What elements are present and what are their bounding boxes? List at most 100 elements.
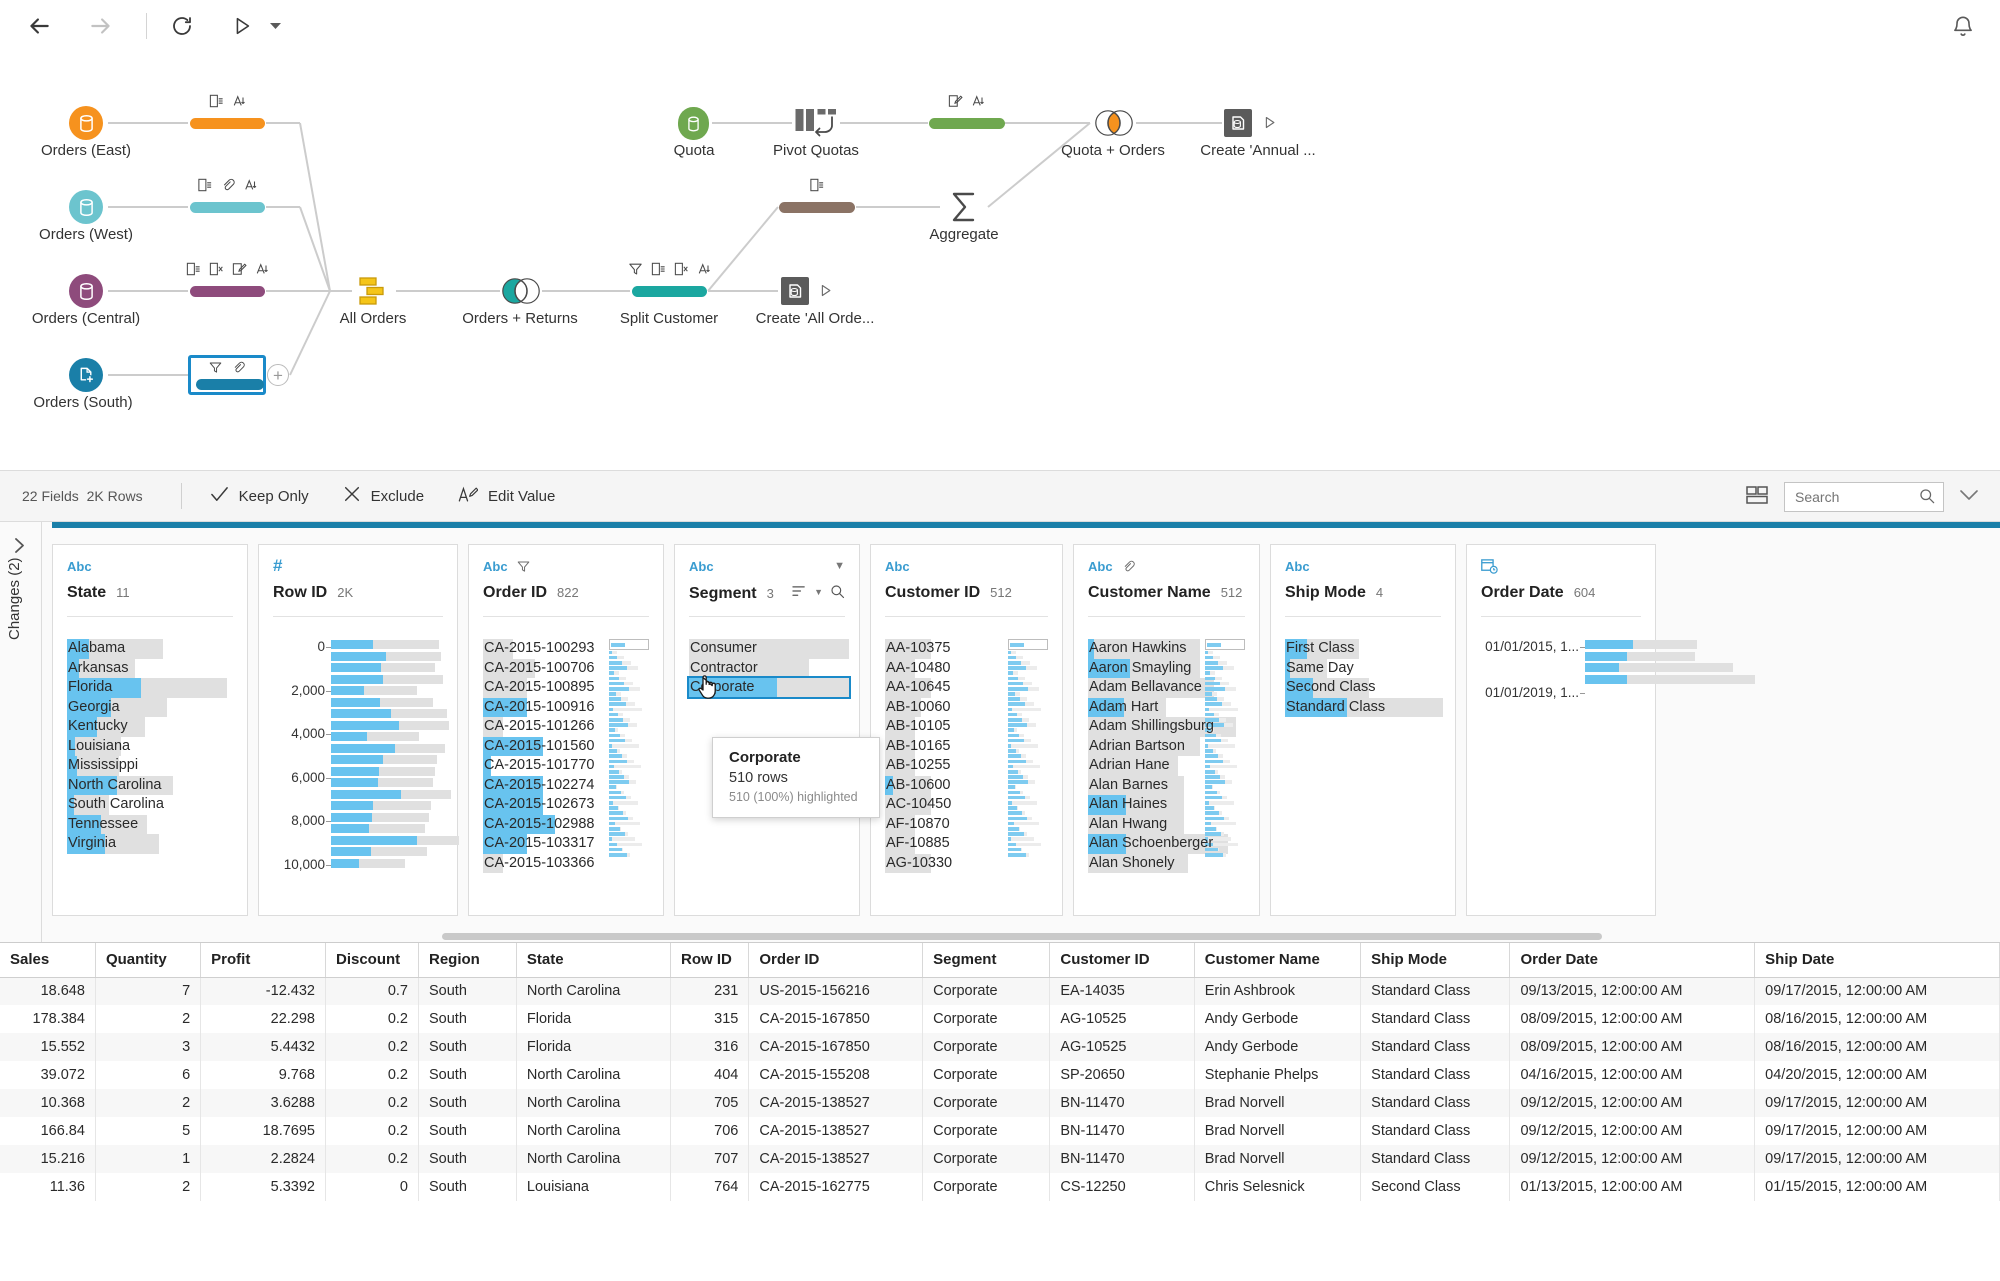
flow-node-clean-quota[interactable] [929,95,1005,129]
flow-node-orders-returns[interactable] [498,277,544,310]
distribution-strip-handle[interactable] [1008,639,1048,650]
table-row[interactable]: 39.072 6 9.768 0.2 South North Carolina 404 CA-… [0,1061,2000,1089]
profile-card-customer-name[interactable]: Abc Customer Name 512 Aaron Hawkins Aaron Sm… [1073,544,1260,916]
flow-node-quota-orders[interactable] [1091,109,1137,142]
column-header-segment[interactable]: Segment [922,943,1051,978]
column-header-ship-mode[interactable]: Ship Mode [1360,943,1511,978]
histogram-bar[interactable] [331,651,443,663]
changes-rail[interactable]: Changes (2) [0,522,42,942]
value-row[interactable]: Alabama [67,639,233,659]
histogram-bar[interactable] [331,662,443,674]
column-header-customer-id[interactable]: Customer ID [1049,943,1195,978]
column-header-discount[interactable]: Discount [325,943,419,978]
histogram-bar[interactable] [331,777,443,789]
histogram-bar[interactable] [331,685,443,697]
flow-pane[interactable]: Orders (East) Orders (West) Orders (Cent… [0,52,2000,470]
table-row[interactable]: 10.368 2 3.6288 0.2 South North Carolina 705 CA… [0,1089,2000,1117]
run-output-annual-button[interactable] [1262,115,1277,135]
histogram-bar[interactable] [331,835,459,847]
value-row[interactable]: Same Day [1285,658,1441,678]
histogram-bar[interactable] [331,754,443,766]
profile-card-state[interactable]: Abc State 11 Alabama Arkansas Florida Georgia K… [52,544,248,916]
flow-node-aggregate[interactable] [948,190,980,229]
profile-card-order-date[interactable]: Order Date 604 01/01/2015, 1... 01/01/2019,… [1466,544,1755,916]
card-menu-caret-icon[interactable]: ▼ [834,560,845,572]
back-arrow-icon[interactable] [22,9,56,43]
value-row[interactable]: Georgia [67,697,233,717]
add-step-button[interactable]: + [267,364,289,386]
distribution-strip[interactable] [1205,639,1245,858]
histogram-bar[interactable] [331,823,443,835]
flow-node-pivot-quotas[interactable] [794,107,838,144]
histogram-bar[interactable] [331,800,443,812]
column-header-customer-name[interactable]: Customer Name [1194,943,1362,978]
collapse-profile-pane-icon[interactable] [1960,488,1978,506]
table-row[interactable]: 178.384 2 22.298 0.2 South Florida 315 CA-2015-… [0,1005,2000,1033]
histogram-bar[interactable] [331,697,443,709]
histogram-bar[interactable] [331,708,447,720]
flow-node-orders-south[interactable] [69,358,103,392]
flow-node-clean-west[interactable] [190,178,265,213]
flow-node-orders-east[interactable] [69,106,103,140]
value-row[interactable]: Arkansas [67,658,233,678]
flow-node-split-customer[interactable] [628,262,710,297]
column-header-order-id[interactable]: Order ID [748,943,924,978]
profile-card-customer-id[interactable]: Abc Customer ID 512 AA-10375 AA-10480 AA-1064… [870,544,1063,916]
flow-node-orders-west[interactable] [69,190,103,224]
profile-horizontal-scrollbar[interactable] [442,933,1602,940]
value-row[interactable]: Tennessee [67,814,233,834]
histogram-bar[interactable] [331,858,443,870]
distribution-strip[interactable] [609,639,649,858]
search-icon[interactable] [830,584,845,599]
histogram-bar[interactable] [331,812,443,824]
profile-card-ship-mode[interactable]: Abc Ship Mode 4 First Class Same Day Second C… [1270,544,1456,916]
histogram-bar[interactable] [1585,662,1733,674]
histogram-bar[interactable] [331,789,451,801]
column-header-profit[interactable]: Profit [200,943,326,978]
histogram-bar[interactable] [1585,651,1695,663]
histogram-bar[interactable] [331,846,443,858]
column-header-region[interactable]: Region [418,943,517,978]
column-header-state[interactable]: State [516,943,672,978]
chevron-right-icon[interactable] [13,538,26,558]
histogram-bar[interactable] [331,639,443,651]
profile-card-order-id[interactable]: Abc Order ID 822 CA-2015-100293 CA-2015-1007… [468,544,664,916]
histogram-bar[interactable] [331,674,443,686]
forward-arrow-icon[interactable] [84,9,118,43]
column-header-sales[interactable]: Sales [0,943,96,978]
value-row[interactable]: Second Class [1285,678,1441,698]
flow-node-orders-central[interactable] [69,274,103,308]
table-row[interactable]: 15.552 3 5.4432 0.2 South Florida 316 CA-2015-1… [0,1033,2000,1061]
edit-value-button[interactable]: Edit Value [458,485,555,508]
table-row[interactable]: 18.648 7 -12.432 0.7 South North Carolina 231 U… [0,977,2000,1005]
table-row[interactable]: 15.216 1 2.2824 0.2 South North Carolina 707 CA… [0,1145,2000,1173]
distribution-strip-handle[interactable] [609,639,649,650]
column-header-ship-date[interactable]: Ship Date [1754,943,2000,978]
value-row[interactable]: First Class [1285,639,1441,659]
run-output-all-orders-button[interactable] [818,283,833,303]
column-header-row-id[interactable]: Row ID [670,943,750,978]
keep-only-button[interactable]: Keep Only [210,485,309,508]
histogram-bar[interactable] [331,743,445,755]
data-grid[interactable]: Sales Quantity Profit Discount Region State Ro… [0,942,2000,1281]
column-header-order-date[interactable]: Order Date [1509,943,1756,978]
flow-node-clean-east[interactable] [190,94,265,129]
distribution-strip[interactable] [1008,639,1048,858]
histogram-bar[interactable] [331,720,449,732]
search-input[interactable] [1795,489,1915,505]
flow-node-clean-aggregate-input[interactable] [779,178,855,213]
sort-icon[interactable] [792,585,807,598]
value-row[interactable]: Corporate [687,676,851,699]
caret-down-icon[interactable] [267,9,283,43]
table-row[interactable]: 11.36 2 5.3392 0 South Louisiana 764 CA-2015-16… [0,1173,2000,1201]
layout-toggle-icon[interactable] [1746,485,1768,510]
profile-card-segment[interactable]: Abc ▼ Segment 3 ▼ Consumer Contractor Corporate [674,544,860,916]
histogram-bar[interactable] [331,731,443,743]
value-row[interactable]: Florida [67,678,233,698]
histogram-bar[interactable] [1585,674,1755,686]
value-row[interactable]: Consumer [689,639,849,659]
flow-node-create-annual[interactable] [1224,109,1252,142]
search-box[interactable] [1784,482,1944,512]
value-row[interactable]: Standard Class [1285,697,1443,717]
run-flow-icon[interactable] [225,9,259,43]
